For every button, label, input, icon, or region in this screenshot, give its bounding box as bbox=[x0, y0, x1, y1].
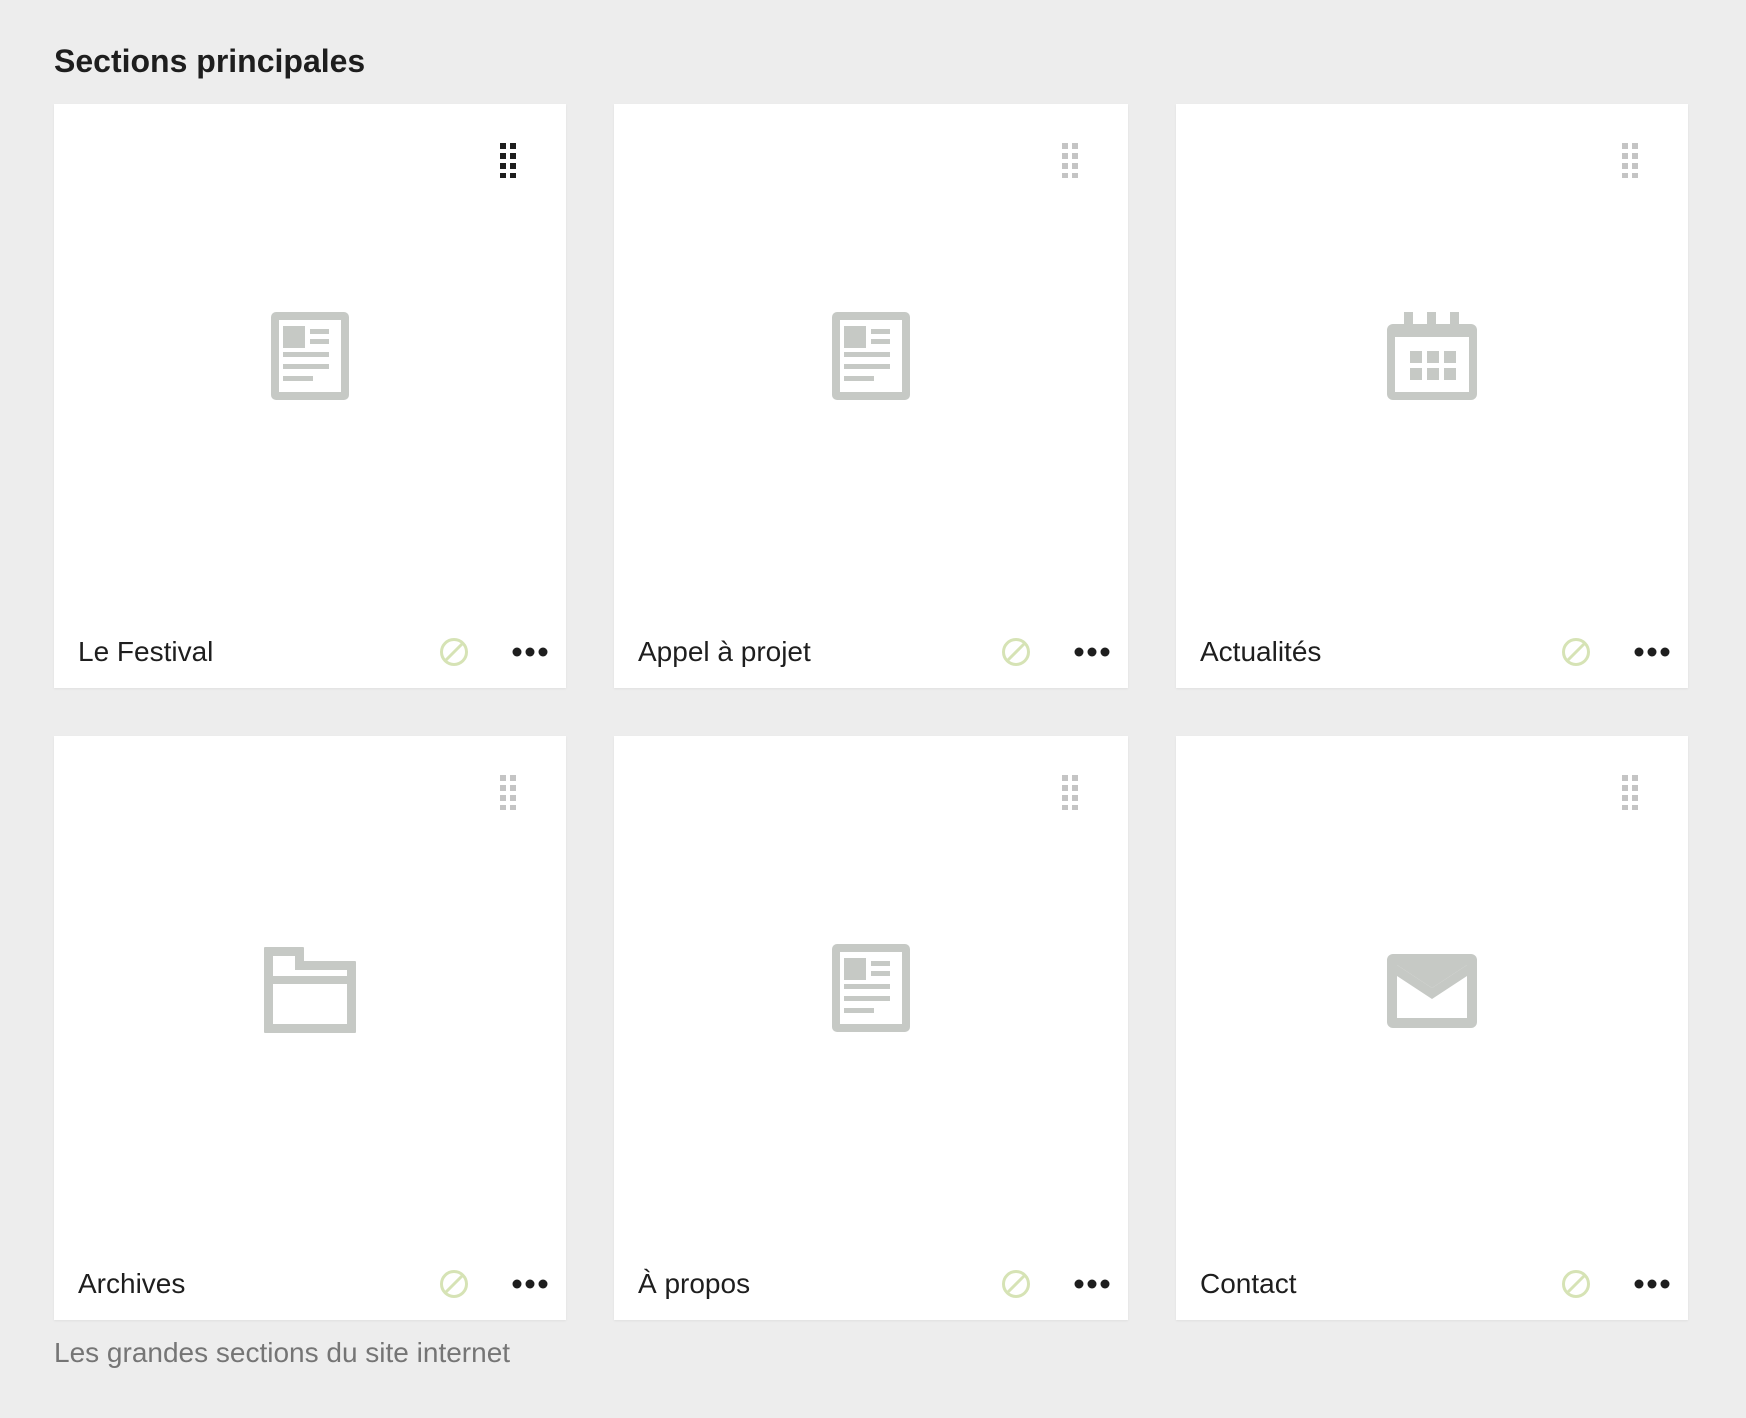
status-draft-icon[interactable] bbox=[1560, 636, 1592, 668]
calendar-icon bbox=[1377, 304, 1487, 414]
section-card[interactable]: Actualités bbox=[1176, 104, 1688, 688]
envelope-icon bbox=[1377, 936, 1487, 1046]
section-title: Sections principales bbox=[54, 43, 366, 79]
status-draft-icon[interactable] bbox=[1560, 1268, 1592, 1300]
drag-handle-icon[interactable] bbox=[496, 142, 520, 179]
drag-handle-icon[interactable] bbox=[1618, 774, 1642, 811]
more-options-button[interactable] bbox=[1632, 636, 1672, 668]
card-label[interactable]: Le Festival bbox=[78, 635, 438, 669]
section-card[interactable]: Contact bbox=[1176, 736, 1688, 1320]
page-icon bbox=[816, 936, 926, 1046]
help-text: Les grandes sections du site internet bbox=[54, 1337, 511, 1368]
drag-handle-icon[interactable] bbox=[496, 774, 520, 811]
card-footer: À propos bbox=[638, 1248, 1112, 1320]
section-card[interactable]: Le Festival bbox=[54, 104, 566, 688]
sections-field: Sections principales Le Festival Appel à … bbox=[54, 0, 1690, 1370]
card-label[interactable]: Appel à projet bbox=[638, 635, 1000, 669]
drag-handle-icon[interactable] bbox=[1618, 142, 1642, 179]
more-options-button[interactable] bbox=[510, 636, 550, 668]
drag-handle-icon[interactable] bbox=[1058, 142, 1082, 179]
status-draft-icon[interactable] bbox=[438, 1268, 470, 1300]
card-label[interactable]: Contact bbox=[1200, 1267, 1560, 1301]
more-options-button[interactable] bbox=[1072, 636, 1112, 668]
cards-grid: Le Festival Appel à projet Actualités Archi… bbox=[54, 104, 1690, 1320]
status-draft-icon[interactable] bbox=[1000, 636, 1032, 668]
card-footer: Contact bbox=[1200, 1248, 1672, 1320]
drag-handle-icon[interactable] bbox=[1058, 774, 1082, 811]
card-label[interactable]: Archives bbox=[78, 1267, 438, 1301]
section-card[interactable]: Archives bbox=[54, 736, 566, 1320]
folder-icon bbox=[255, 936, 365, 1046]
card-footer: Le Festival bbox=[78, 616, 550, 688]
card-footer: Actualités bbox=[1200, 616, 1672, 688]
status-draft-icon[interactable] bbox=[438, 636, 470, 668]
more-options-button[interactable] bbox=[1632, 1268, 1672, 1300]
more-options-button[interactable] bbox=[1072, 1268, 1112, 1300]
page-icon bbox=[255, 304, 365, 414]
section-card[interactable]: Appel à projet bbox=[614, 104, 1128, 688]
card-label[interactable]: À propos bbox=[638, 1267, 1000, 1301]
section-card[interactable]: À propos bbox=[614, 736, 1128, 1320]
more-options-button[interactable] bbox=[510, 1268, 550, 1300]
card-label[interactable]: Actualités bbox=[1200, 635, 1560, 669]
page-icon bbox=[816, 304, 926, 414]
card-footer: Appel à projet bbox=[638, 616, 1112, 688]
card-footer: Archives bbox=[78, 1248, 550, 1320]
status-draft-icon[interactable] bbox=[1000, 1268, 1032, 1300]
